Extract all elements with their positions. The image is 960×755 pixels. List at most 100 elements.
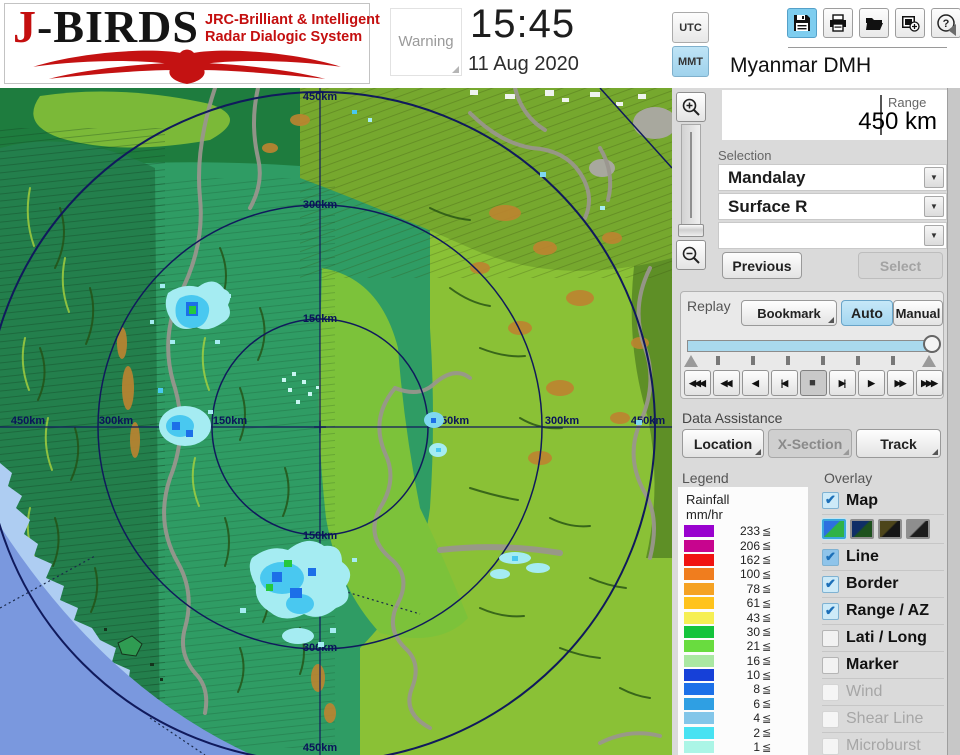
folder-icon	[866, 18, 883, 30]
product-combo[interactable]: Surface R ▼	[718, 193, 947, 220]
eagle-icon	[33, 49, 341, 84]
bookmark-button[interactable]: Bookmark	[741, 300, 837, 326]
save-button[interactable]	[787, 8, 817, 38]
fast-rewind-button[interactable]: ◀◀	[713, 370, 740, 396]
site-combo-value: Mandalay	[728, 168, 806, 187]
clock-date: 11 Aug 2020	[468, 53, 579, 75]
corner-arrow-icon	[828, 317, 834, 323]
svg-text:300km: 300km	[303, 199, 337, 211]
fast-forward-button[interactable]: ▶▶	[887, 370, 914, 396]
overlay-item-marker[interactable]: Marker	[822, 651, 944, 678]
map-checkbox[interactable]	[822, 492, 839, 509]
clock-time: 15:45	[470, 2, 576, 46]
legend-swatch	[684, 683, 714, 696]
mmt-button[interactable]: MMT	[672, 46, 709, 77]
map-style-olive[interactable]	[878, 519, 902, 539]
resize-grip-icon[interactable]	[452, 66, 459, 73]
capture-button[interactable]	[895, 8, 925, 38]
map-style-dark-blue[interactable]	[850, 519, 874, 539]
svg-text:450km: 450km	[303, 91, 337, 103]
track-button[interactable]: Track	[856, 429, 941, 458]
replay-group: Replay Bookmark Auto Manual ◀◀◀ ◀◀ ◀ |◀ …	[680, 291, 944, 399]
track-label: Track	[880, 435, 917, 452]
jbirds-app: J-BIRDS JRC-Brilliant & Intelligent Rada…	[0, 0, 960, 755]
jump-first-button[interactable]: ◀◀◀	[684, 370, 711, 396]
jump-last-button[interactable]: ▶▶▶	[916, 370, 943, 396]
legend-swatch	[684, 712, 714, 725]
legend-swatch	[684, 525, 714, 538]
open-folder-button[interactable]	[859, 8, 889, 38]
zoom-out-button[interactable]	[676, 240, 706, 270]
legend-swatch	[684, 669, 714, 682]
xsection-button: X-Section	[768, 429, 852, 458]
legend-entry: 78 ≦	[684, 582, 806, 596]
slider-start-marker[interactable]	[684, 355, 698, 367]
overlay-item-lati-long[interactable]: Lati / Long	[822, 624, 944, 651]
legend-entry: 21 ≦	[684, 639, 806, 653]
legend-entry: 61 ≦	[684, 596, 806, 610]
printer-icon	[830, 14, 846, 32]
svg-text:150km: 150km	[303, 530, 337, 542]
chevron-down-icon[interactable]: ▼	[924, 167, 944, 188]
previous-button[interactable]: Previous	[722, 252, 802, 279]
legend-entry: 233 ≦	[684, 524, 806, 538]
auto-button[interactable]: Auto	[841, 300, 893, 326]
legend-swatch	[684, 611, 714, 624]
slider-end-marker[interactable]	[922, 355, 936, 367]
data-assistance-label: Data Assistance	[682, 410, 783, 426]
panel-splitter[interactable]	[947, 88, 960, 755]
panel-collapse-arrow-icon[interactable]	[948, 24, 956, 36]
lati-long-checkbox[interactable]	[822, 629, 839, 647]
zoom-out-icon	[682, 246, 700, 264]
zoom-slider-line	[690, 132, 692, 218]
map-style-terrain[interactable]	[822, 519, 846, 539]
legend-swatch	[684, 741, 714, 754]
overlay-item-microburst: Microburst	[822, 732, 944, 755]
slider-tick	[856, 356, 860, 365]
replay-slider-track[interactable]	[687, 340, 937, 352]
marker-checkbox[interactable]	[822, 656, 839, 674]
playback-controls: ◀◀◀ ◀◀ ◀ |◀ ■ ▶| ▶ ▶▶ ▶▶▶	[684, 370, 943, 396]
legend-unit-line1: Rainfall	[686, 492, 730, 507]
line-checkbox[interactable]	[822, 548, 839, 566]
map-style-gray[interactable]	[906, 519, 930, 539]
overlay-label: Overlay	[824, 470, 873, 486]
site-combo[interactable]: Mandalay ▼	[718, 164, 947, 191]
utc-button[interactable]: UTC	[672, 12, 709, 43]
overlay-item-border[interactable]: Border	[822, 570, 944, 597]
play-button[interactable]: ▶	[858, 370, 885, 396]
step-back-button[interactable]: |◀	[771, 370, 798, 396]
legend-units: Rainfall mm/hr	[686, 492, 729, 522]
slider-tick	[891, 356, 895, 365]
border-checkbox[interactable]	[822, 575, 839, 593]
overlay-item-line[interactable]: Line	[822, 543, 944, 570]
step-forward-button[interactable]: ▶|	[829, 370, 856, 396]
chevron-down-icon[interactable]: ▼	[924, 196, 944, 217]
replay-slider-handle[interactable]	[923, 335, 941, 353]
stop-button[interactable]: ■	[800, 370, 827, 396]
warning-selector[interactable]: Warning	[390, 8, 462, 76]
overlay-item-map[interactable]: Map	[822, 487, 944, 514]
corner-arrow-icon	[755, 449, 761, 455]
zoom-in-button[interactable]	[676, 92, 706, 122]
save-icon	[794, 15, 810, 31]
overlay-item-range-az[interactable]: Range / AZ	[822, 597, 944, 624]
legend-entry: 162 ≦	[684, 553, 806, 567]
legend-entry: 16 ≦	[684, 654, 806, 668]
radar-map[interactable]: 450km 300km 150km 150km 300km 450km 450k…	[0, 88, 672, 755]
legend-entry: 1 ≦	[684, 740, 806, 754]
legend-swatch	[684, 625, 714, 638]
logo-tagline-line2: Radar Dialogic System	[205, 29, 363, 45]
microburst-checkbox	[822, 737, 839, 755]
print-button[interactable]	[823, 8, 853, 38]
extra-combo[interactable]: ▼	[718, 222, 947, 249]
svg-text:300km: 300km	[99, 415, 133, 427]
play-reverse-button[interactable]: ◀	[742, 370, 769, 396]
zoom-in-icon	[682, 98, 700, 116]
location-button[interactable]: Location	[682, 429, 764, 458]
legend-label: Legend	[682, 470, 729, 486]
manual-button[interactable]: Manual	[893, 300, 943, 326]
range-az-checkbox[interactable]	[822, 602, 839, 620]
chevron-down-icon[interactable]: ▼	[924, 225, 944, 246]
zoom-slider-handle[interactable]	[678, 224, 704, 237]
